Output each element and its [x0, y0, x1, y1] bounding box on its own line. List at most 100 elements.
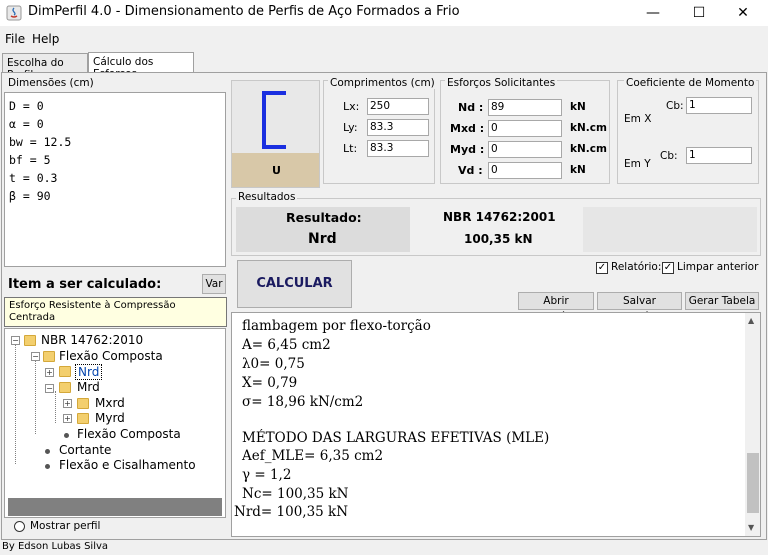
- gerar-tabela-button[interactable]: Gerar Tabela: [685, 292, 759, 310]
- window-title: DimPerfil 4.0 - Dimensionamento de Perfi…: [28, 4, 460, 19]
- resultado-label: Resultado:: [286, 210, 362, 225]
- nd-unit: kN: [570, 101, 586, 113]
- nd-input[interactable]: 89: [488, 99, 562, 116]
- report-line: λ0= 0,75: [242, 356, 305, 372]
- folder-icon: [77, 413, 89, 424]
- mostrar-perfil-radio[interactable]: [14, 521, 25, 532]
- cby-input[interactable]: 1: [686, 147, 752, 164]
- nd-label: Nd :: [458, 101, 484, 114]
- report-scrollbar[interactable]: ▲ ▼: [745, 313, 760, 536]
- ly-input[interactable]: 83.3: [367, 119, 429, 136]
- dimensoes-label: Dimensões (cm): [8, 77, 94, 89]
- report-line: MÉTODO DAS LARGURAS EFETIVAS (MLE): [242, 430, 550, 446]
- mxd-input[interactable]: 0: [488, 120, 562, 137]
- report-textarea[interactable]: flambagem por flexo-torção A= 6,45 cm2 λ…: [231, 312, 761, 537]
- tree-node-flexao-composta-leaf[interactable]: Flexão Composta: [77, 427, 181, 441]
- report-line: Nrd= 100,35 kN: [234, 504, 349, 520]
- tree-node-flexao-cisalhamento[interactable]: Flexão e Cisalhamento: [59, 458, 196, 472]
- limpar-checkbox[interactable]: ✓: [662, 262, 674, 274]
- folder-icon: [24, 335, 36, 346]
- tree-node-mrd[interactable]: Mrd: [77, 380, 100, 394]
- mrd-expander-icon[interactable]: −: [45, 384, 54, 393]
- dim-line-t: t = 0.3: [9, 171, 58, 185]
- report-line: Nc= 100,35 kN: [242, 486, 349, 502]
- lx-input[interactable]: 250: [367, 98, 429, 115]
- maximize-button[interactable]: ☐: [676, 0, 722, 26]
- u-profile-icon: [262, 91, 286, 149]
- mxrd-expander-icon[interactable]: +: [63, 399, 72, 408]
- profile-label: U: [272, 164, 281, 177]
- em-x-label: Em X: [624, 113, 652, 125]
- var-button[interactable]: Var: [202, 274, 226, 294]
- relatorio-label: Relatório:: [611, 261, 662, 273]
- lt-input[interactable]: 83.3: [367, 140, 429, 157]
- scroll-down-icon[interactable]: ▼: [748, 523, 754, 532]
- mostrar-perfil-label: Mostrar perfil: [30, 520, 101, 532]
- folder-icon: [59, 382, 71, 393]
- dim-line-bf: bf = 5: [9, 153, 51, 167]
- dim-line-bw: bw = 12.5: [9, 135, 72, 149]
- flexao-expander-icon[interactable]: −: [31, 352, 40, 361]
- vd-unit: kN: [570, 164, 586, 176]
- profile-label-box: U: [232, 153, 319, 187]
- vd-label: Vd :: [458, 164, 483, 177]
- status-author: By Edson Lubas Silva: [2, 541, 109, 552]
- dim-line-beta: β = 90: [9, 189, 51, 203]
- dimensoes-textarea[interactable]: D = 0 α = 0 bw = 12.5 bf = 5 t = 0.3 β =…: [4, 92, 226, 267]
- cbx-input[interactable]: 1: [686, 97, 752, 114]
- ly-label: Ly:: [343, 121, 358, 134]
- resultado-extra-box: [583, 207, 757, 252]
- report-line: Aef_MLE= 6,35 cm2: [242, 448, 384, 464]
- tab-escolha-perfil[interactable]: Escolha do Perfil: [2, 53, 88, 81]
- folder-icon: [59, 366, 71, 377]
- calcular-button[interactable]: CALCULAR: [237, 260, 352, 308]
- tree-node-myrd[interactable]: Myrd: [95, 411, 125, 425]
- tooltip-line-2: Centrada: [9, 312, 56, 323]
- myrd-expander-icon[interactable]: +: [63, 414, 72, 423]
- esforcos-label: Esforços Solicitantes: [445, 77, 558, 89]
- relatorio-checkbox[interactable]: ✓: [596, 262, 608, 274]
- resultado-box: Resultado: Nrd: [236, 207, 410, 252]
- vd-input[interactable]: 0: [488, 162, 562, 179]
- report-line: X= 0,79: [242, 375, 298, 391]
- dim-line-alpha: α = 0: [9, 117, 44, 131]
- menu-help[interactable]: Help: [32, 32, 59, 46]
- leaf-bullet-icon: [64, 433, 69, 438]
- menu-bar: File Help: [0, 30, 768, 50]
- cbx-label: Cb:: [666, 100, 684, 112]
- tree-node-cortante[interactable]: Cortante: [59, 443, 111, 457]
- tree-node-flexao-composta[interactable]: Flexão Composta: [59, 349, 163, 363]
- salvar-relatorio-button[interactable]: Salvar Relatório: [597, 292, 682, 323]
- minimize-button[interactable]: —: [630, 0, 676, 26]
- item-title: Item a ser calculado:: [8, 277, 162, 292]
- tree-node-mxrd[interactable]: Mxrd: [95, 396, 125, 410]
- report-line: σ= 18,96 kN/cm2: [242, 394, 364, 410]
- nrd-expander-icon[interactable]: +: [45, 368, 54, 377]
- root-expander-icon[interactable]: −: [11, 336, 20, 345]
- report-line: flambagem por flexo-torção: [242, 318, 431, 334]
- resultado-value: Nrd: [308, 231, 337, 247]
- norma-label: NBR 14762:2001: [443, 210, 556, 224]
- limpar-label: Limpar anterior: [677, 261, 759, 273]
- scroll-up-icon[interactable]: ▲: [748, 316, 754, 325]
- tree-node-nrd[interactable]: Nrd: [75, 364, 103, 380]
- tree-scrollbar[interactable]: [8, 498, 222, 516]
- folder-icon: [77, 398, 89, 409]
- resultados-label: Resultados: [236, 191, 298, 203]
- tooltip: Esforço Resistente à Compressão Centrada: [4, 297, 227, 327]
- myd-input[interactable]: 0: [488, 141, 562, 158]
- tab-calculo-esforcos[interactable]: Cálculo dos Esforços: [88, 52, 194, 80]
- tree-node-nbr[interactable]: NBR 14762:2010: [41, 333, 143, 347]
- scroll-thumb[interactable]: [747, 453, 759, 513]
- cby-label: Cb:: [660, 150, 678, 162]
- java-app-icon: [6, 5, 22, 21]
- menu-file[interactable]: File: [5, 32, 25, 46]
- valor-resultado: 100,35 kN: [464, 232, 533, 246]
- momento-label: Coeficiente de Momento: [624, 77, 757, 89]
- abrir-relatorio-button[interactable]: Abrir Relatório: [518, 292, 594, 323]
- lx-label: Lx:: [343, 100, 360, 113]
- close-button[interactable]: ✕: [720, 0, 766, 26]
- dim-line-d: D = 0: [9, 99, 44, 113]
- myd-unit: kN.cm: [570, 143, 607, 155]
- tree-view[interactable]: − NBR 14762:2010 − Flexão Composta + Nrd…: [4, 328, 226, 518]
